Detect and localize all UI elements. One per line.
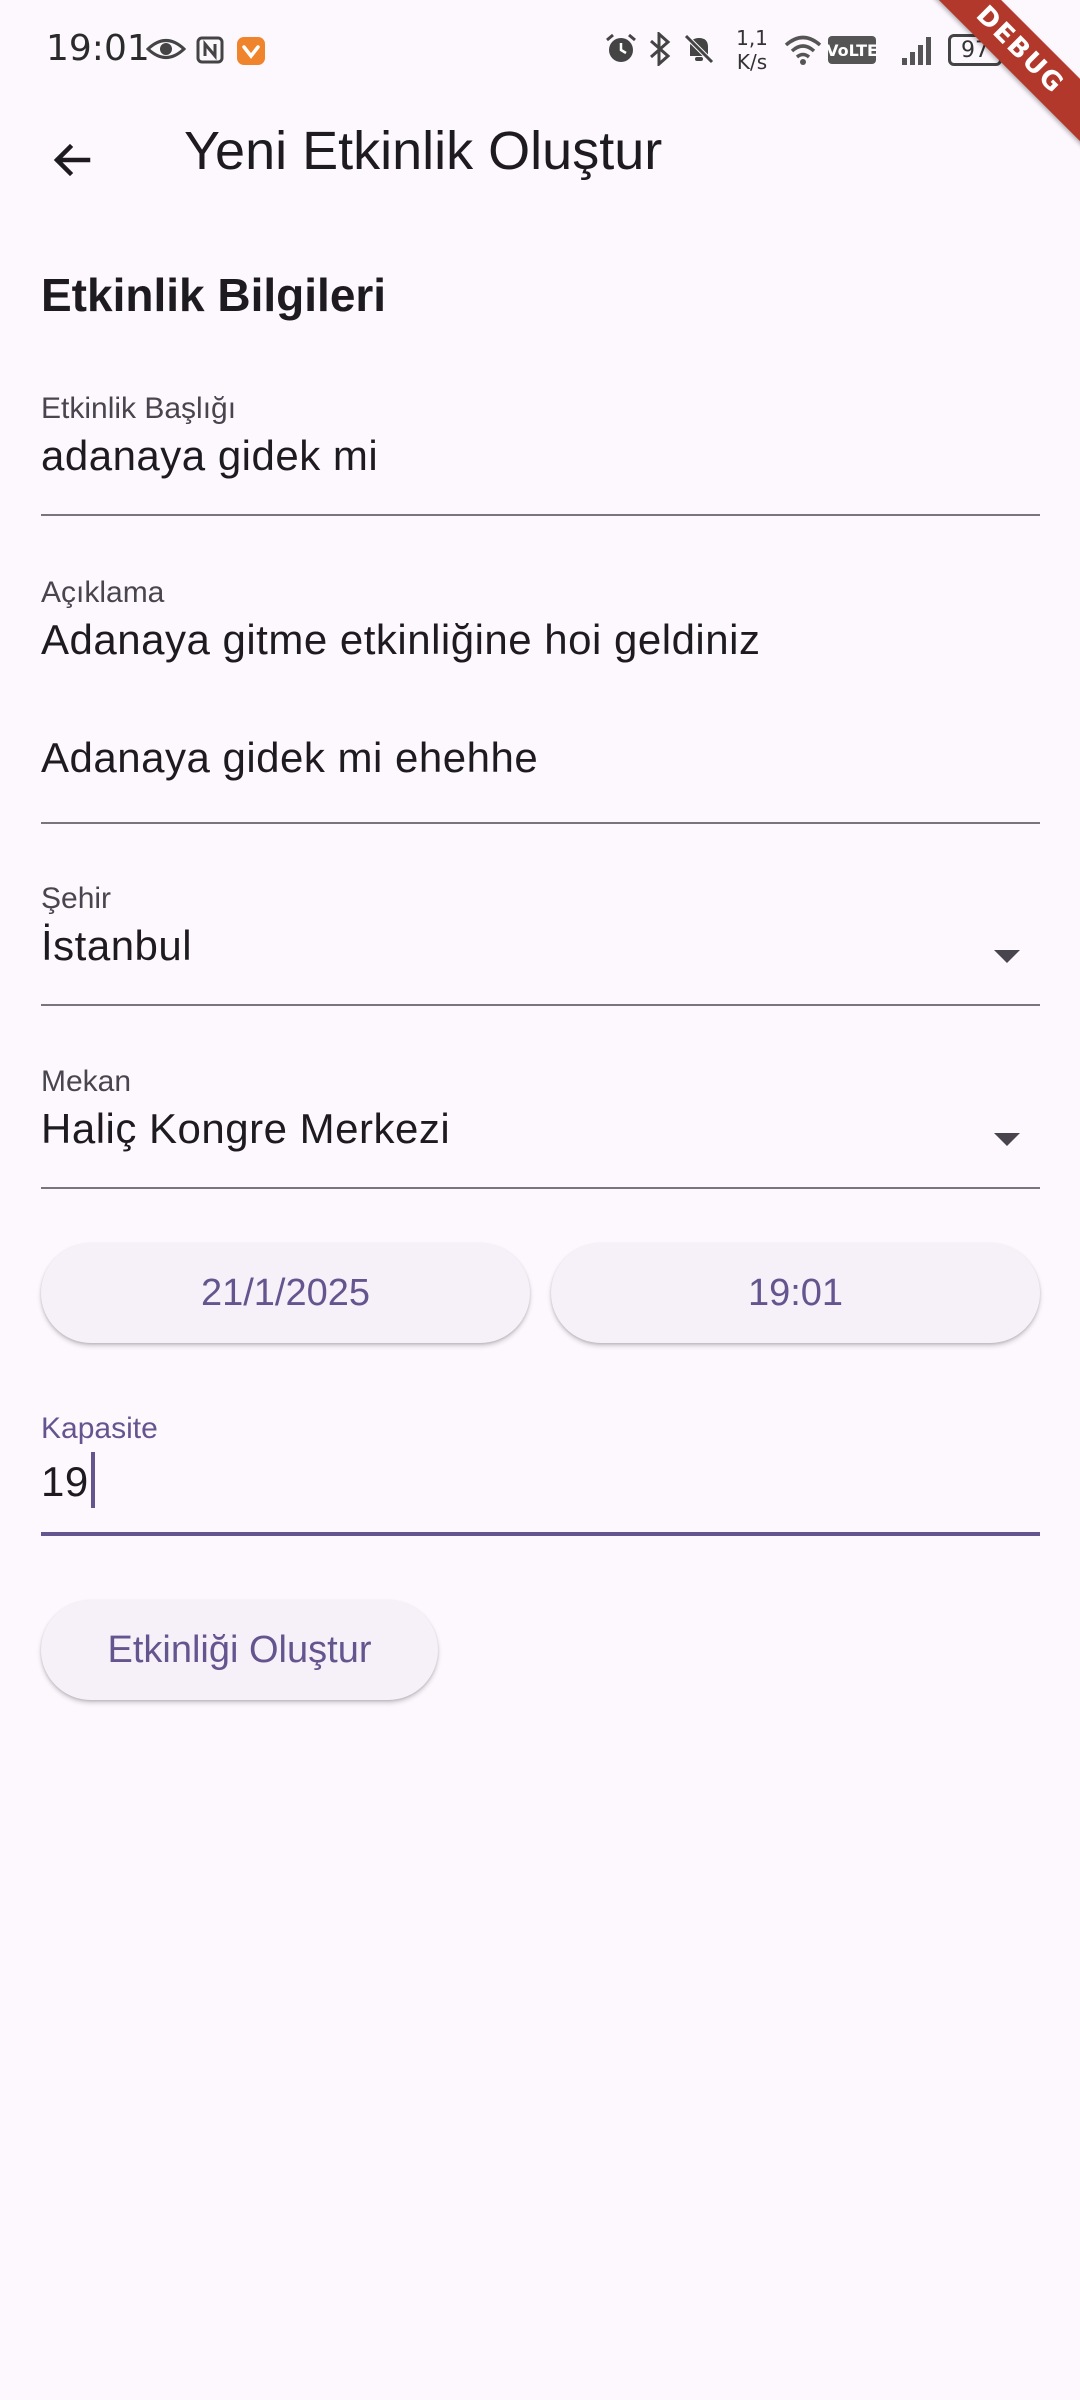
venue-underline [41, 1187, 1040, 1189]
capacity-underline [41, 1532, 1040, 1536]
dropdown-arrow-icon [994, 1133, 1020, 1146]
description-line-1[interactable]: Adanaya gitme etkinliğine hoi geldiniz [41, 616, 1040, 664]
city-value: İstanbul [41, 922, 193, 969]
volte-badge: VoLTE [826, 36, 878, 64]
arrow-back-icon [53, 143, 91, 177]
network-speed-unit: K/s [736, 50, 768, 74]
date-picker-button[interactable]: 21/1/2025 [41, 1243, 530, 1343]
venue-value: Haliç Kongre Merkezi [41, 1105, 451, 1152]
capacity-label: Kapasite [41, 1412, 158, 1445]
capacity-value: 19 [41, 1458, 89, 1505]
time-picker-button[interactable]: 19:01 [551, 1243, 1040, 1343]
dropdown-arrow-icon [994, 950, 1020, 963]
wifi-icon [784, 34, 822, 66]
description-label: Açıklama [41, 576, 165, 609]
city-underline [41, 1004, 1040, 1006]
signal-icon [900, 34, 936, 66]
eye-icon [146, 36, 186, 62]
network-speed-value: 1,1 [736, 26, 768, 50]
section-title: Etkinlik Bilgileri [41, 269, 387, 321]
app-bar: Yeni Etkinlik Oluştur [0, 100, 1080, 212]
event-title-field[interactable]: Etkinlik Başlığı adanaya gidek mi [41, 392, 1040, 518]
bluetooth-icon [648, 32, 672, 66]
city-dropdown[interactable]: Şehir İstanbul [41, 882, 1040, 1006]
create-event-button[interactable]: Etkinliği Oluştur [41, 1600, 438, 1700]
app-notification-icon [236, 36, 266, 66]
capacity-input[interactable]: 19 [41, 1452, 1040, 1508]
back-button[interactable] [28, 116, 116, 204]
alarm-icon [604, 32, 638, 66]
network-speed: 1,1 K/s [730, 26, 774, 74]
event-title-value[interactable]: adanaya gidek mi [41, 432, 1040, 480]
page-title: Yeni Etkinlik Oluştur [184, 121, 663, 181]
event-title-underline [41, 514, 1040, 516]
description-field[interactable]: Açıklama Adanaya gitme etkinliğine hoi g… [41, 576, 1040, 826]
nfc-icon [196, 36, 224, 64]
description-underline [41, 822, 1040, 824]
text-cursor [90, 1452, 95, 1508]
status-bar: 19:01 1,1 K/s VoLTE 97 [0, 0, 1080, 100]
city-label: Şehir [41, 882, 112, 915]
capacity-field[interactable]: Kapasite 19 [41, 1412, 1040, 1536]
venue-dropdown[interactable]: Mekan Haliç Kongre Merkezi [41, 1065, 1040, 1189]
mute-icon [682, 32, 716, 66]
screen: 19:01 1,1 K/s VoLTE 97 DEBUG Yeni Etkinl… [0, 0, 1080, 2400]
event-title-label: Etkinlik Başlığı [41, 392, 237, 425]
description-line-2[interactable]: Adanaya gidek mi ehehhe [41, 734, 1040, 782]
venue-label: Mekan [41, 1065, 132, 1098]
status-time: 19:01 [46, 28, 150, 69]
